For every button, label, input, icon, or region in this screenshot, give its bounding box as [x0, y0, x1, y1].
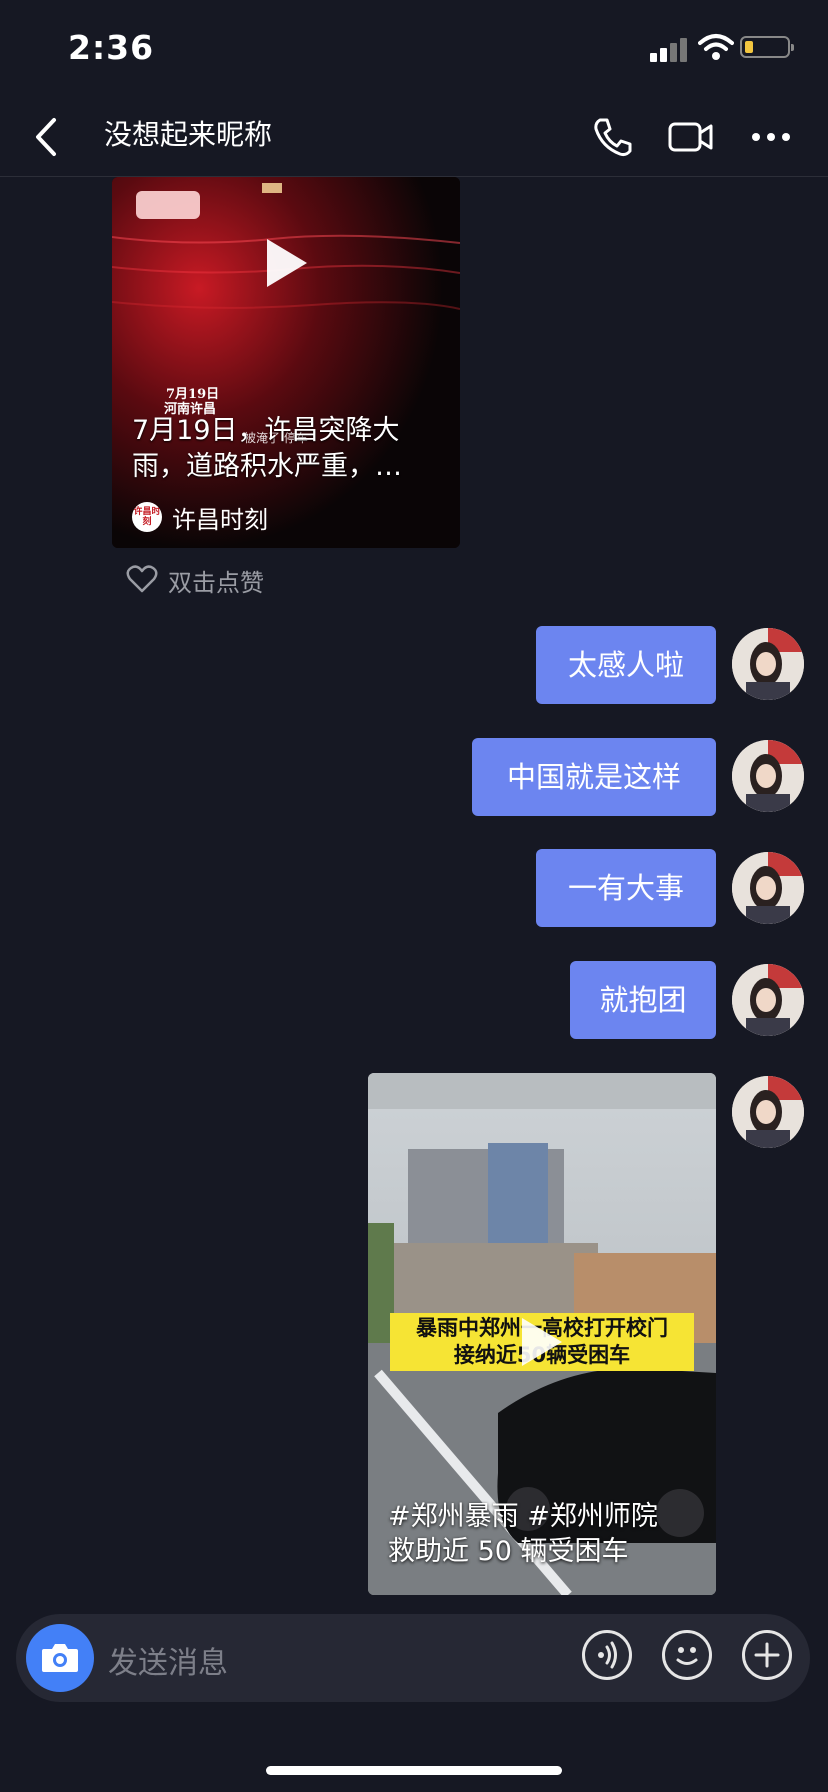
- home-indicator[interactable]: [266, 1766, 562, 1775]
- camera-icon: [42, 1644, 78, 1672]
- wifi-icon: [698, 34, 734, 60]
- status-time: 2:36: [68, 28, 155, 67]
- message-bubble[interactable]: 中国就是这样: [472, 738, 716, 816]
- video-source[interactable]: 许昌时刻: [172, 500, 268, 535]
- like-hint: 双击点赞: [168, 569, 264, 597]
- message-input-bar: 发送消息: [16, 1614, 810, 1702]
- phone-icon[interactable]: [588, 112, 638, 162]
- avatar[interactable]: [732, 852, 804, 924]
- emoji-button[interactable]: [662, 1630, 712, 1680]
- video-message-card[interactable]: 暴雨中郑州一高校打开校门 接纳近50辆受困车 #郑州暴雨 #郑州师院 救助近 5…: [368, 1073, 716, 1595]
- video-caption: 7月19日，许昌突降大雨，道路积水严重，…: [132, 415, 402, 482]
- signal-icon: [650, 36, 690, 62]
- play-icon[interactable]: [267, 239, 307, 287]
- voice-icon: [598, 1641, 617, 1669]
- status-bar: 2:36: [0, 0, 828, 100]
- heart-icon[interactable]: [126, 564, 158, 594]
- message-bubble[interactable]: 就抱团: [570, 961, 716, 1039]
- plus-button[interactable]: [742, 1630, 792, 1680]
- chat-header: 没想起来昵称: [0, 100, 828, 177]
- avatar[interactable]: [732, 1076, 804, 1148]
- avatar[interactable]: [732, 740, 804, 812]
- video-thumbnail: [112, 177, 460, 548]
- message-input[interactable]: 发送消息: [108, 1638, 228, 1682]
- message-bubble[interactable]: 一有大事: [536, 849, 716, 927]
- more-icon[interactable]: [746, 112, 796, 162]
- voice-button[interactable]: [582, 1630, 632, 1680]
- video-call-icon[interactable]: [666, 112, 716, 162]
- chat-title[interactable]: 没想起来昵称: [104, 113, 272, 153]
- avatar[interactable]: [732, 964, 804, 1036]
- emoji-icon: [676, 1647, 698, 1665]
- plus-icon: [754, 1642, 780, 1668]
- avatar[interactable]: [732, 628, 804, 700]
- camera-button[interactable]: [26, 1624, 94, 1692]
- message-bubble[interactable]: 太感人啦: [536, 626, 716, 704]
- play-icon[interactable]: [522, 1318, 562, 1366]
- video-caption: #郑州暴雨 #郑州师院 救助近 50 辆受困车: [388, 1501, 658, 1567]
- video-message-card[interactable]: 7月19日 河南许昌 被淹了 停车 7月19日，许昌突降大雨，道路积水严重，… …: [112, 177, 460, 548]
- back-icon[interactable]: [28, 112, 68, 162]
- source-logo: 许昌时刻: [132, 502, 162, 532]
- battery-icon: [740, 36, 794, 58]
